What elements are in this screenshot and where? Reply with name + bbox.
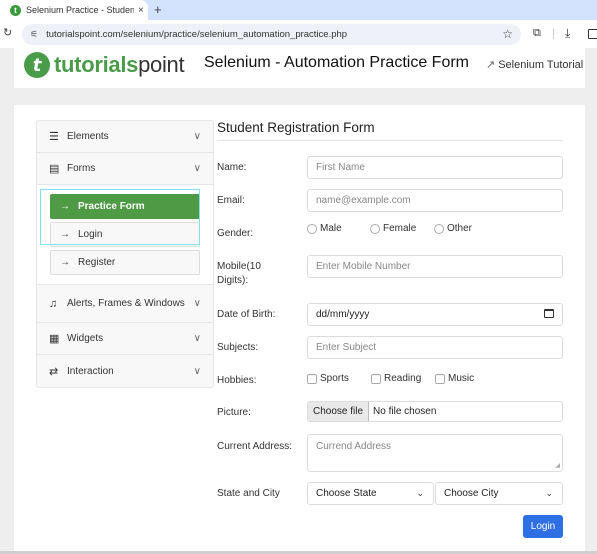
state-city-label: State and City: [217, 488, 280, 499]
hamburger-icon: ☰: [49, 131, 59, 143]
sidebar-item-forms[interactable]: ▤ Forms ∨: [37, 153, 213, 185]
extensions-puzzle-icon[interactable]: ⧉: [533, 27, 541, 40]
logo-text: tutorialspoint: [54, 52, 185, 77]
sidebar-item-interaction[interactable]: ⇄ Interaction ∨: [37, 355, 213, 387]
toolbar-divider: [553, 29, 554, 39]
bell-icon: ♫: [49, 297, 58, 310]
sidebar-item-label: Forms: [67, 163, 96, 174]
resize-grip-icon[interactable]: ◢: [555, 462, 560, 469]
side-panel-icon[interactable]: [588, 29, 597, 39]
sidebar-accordion: ☰ Elements ∨ ▤ Forms ∨ → Practice Form →…: [36, 120, 214, 388]
download-icon[interactable]: ⤓: [565, 26, 570, 41]
checkbox-box[interactable]: [307, 373, 317, 384]
choose-file-button[interactable]: Choose file: [308, 402, 370, 421]
hobby-reading-checkbox[interactable]: Reading: [371, 373, 421, 384]
mobile-label: Mobile(10 Digits):: [217, 261, 261, 286]
forms-submenu: → Practice Form → Login → Register: [37, 185, 213, 285]
browser-tab-bar: t Selenium Practice - Student R × +: [0, 0, 597, 20]
page-title: Selenium - Automation Practice Form: [204, 54, 469, 71]
sidebar-item-alerts-frames-windows[interactable]: ♫ Alerts, Frames & Windows ∨: [37, 285, 213, 323]
submenu-login[interactable]: → Login: [50, 222, 200, 247]
gender-male-radio[interactable]: Male: [307, 223, 342, 234]
selenium-tutorial-link[interactable]: ↗ Selenium Tutorial: [486, 58, 584, 72]
gender-label: Gender:: [217, 228, 254, 239]
bookmark-star-icon[interactable]: ☆: [502, 27, 513, 41]
radio-circle[interactable]: [307, 223, 317, 234]
state-select[interactable]: Choose State ⌄: [307, 482, 434, 505]
sidebar-item-label: Elements: [67, 131, 109, 142]
external-link-icon: ↗: [486, 59, 496, 71]
first-name-input[interactable]: First Name: [307, 156, 563, 179]
sidebar-item-label: Interaction: [67, 365, 114, 377]
checkbox-box[interactable]: [435, 373, 445, 384]
email-label: Email:: [217, 195, 245, 206]
widgets-icon: ▦: [49, 333, 60, 345]
mobile-number-input[interactable]: Enter Mobile Number: [307, 255, 563, 278]
browser-tab[interactable]: t Selenium Practice - Student R ×: [0, 0, 148, 20]
chevron-down-icon: ∨: [193, 131, 201, 142]
sidebar-item-elements[interactable]: ☰ Elements ∨: [37, 121, 213, 153]
form-title: Student Registration Form: [217, 120, 375, 135]
radio-circle[interactable]: [370, 223, 380, 234]
submenu-label: Register: [78, 257, 116, 268]
url-text[interactable]: tutorialspoint.com/selenium/practice/sel…: [46, 29, 347, 40]
reload-icon[interactable]: ↻: [3, 26, 12, 39]
dob-value: dd/mm/yyyy: [316, 309, 370, 320]
arrow-right-icon: →: [60, 201, 70, 212]
picture-label: Picture:: [217, 407, 251, 418]
tab-title: Selenium Practice - Student R: [26, 5, 134, 15]
arrow-right-icon: →: [60, 229, 70, 240]
omnibox[interactable]: ⚟ tutorialspoint.com/selenium/practice/s…: [22, 24, 521, 45]
chevron-down-icon: ∨: [193, 298, 201, 309]
sidebar-item-widgets[interactable]: ▦ Widgets ∨: [37, 323, 213, 355]
current-address-textarea[interactable]: Currend Address ◢: [307, 434, 563, 472]
site-header: t tutorialspoint Selenium - Automation P…: [14, 48, 585, 88]
hobbies-label: Hobbies:: [217, 375, 257, 386]
email-input[interactable]: name@example.com: [307, 189, 563, 212]
form-title-divider: [217, 140, 563, 141]
chevron-down-icon: ⌄: [416, 488, 424, 498]
gender-other-radio[interactable]: Other: [434, 223, 472, 234]
file-status: No file chosen: [373, 406, 437, 417]
address-label: Current Address:: [217, 441, 293, 452]
city-select[interactable]: Choose City ⌄: [435, 482, 563, 505]
arrow-right-icon: →: [60, 257, 70, 268]
dob-input[interactable]: dd/mm/yyyy: [307, 303, 563, 326]
submenu-practice-form[interactable]: → Practice Form: [50, 194, 200, 219]
list-icon: ▤: [49, 163, 60, 175]
submenu-label: Login: [78, 229, 103, 240]
hobby-sports-checkbox[interactable]: Sports: [307, 373, 349, 384]
radio-circle[interactable]: [434, 223, 444, 234]
swap-icon: ⇄: [49, 365, 59, 378]
tutorialspoint-logo[interactable]: t tutorialspoint: [24, 52, 185, 78]
selenium-tutorial-label: Selenium Tutorial: [498, 58, 584, 71]
submenu-label: Practice Form: [78, 201, 145, 212]
tab-close-icon[interactable]: ×: [138, 5, 144, 16]
login-submit-button[interactable]: Login: [523, 515, 563, 538]
chevron-down-icon: ∨: [193, 333, 201, 344]
sidebar-item-label: Alerts, Frames & Windows: [67, 298, 185, 309]
chevron-down-icon: ⌄: [545, 488, 553, 498]
sidebar-item-label: Widgets: [67, 333, 104, 344]
site-info-icon[interactable]: ⚟: [30, 29, 38, 40]
chevron-down-icon: ∨: [193, 163, 201, 174]
hobby-music-checkbox[interactable]: Music: [435, 373, 474, 384]
chevron-down-icon: ∨: [193, 365, 201, 377]
new-tab-button[interactable]: +: [154, 2, 162, 17]
subjects-label: Subjects:: [217, 342, 259, 353]
subjects-input[interactable]: Enter Subject: [307, 336, 563, 359]
address-bar-area: ↻ ⚟ tutorialspoint.com/selenium/practice…: [0, 20, 597, 48]
checkbox-box[interactable]: [371, 373, 381, 384]
main-card: ☰ Elements ∨ ▤ Forms ∨ → Practice Form →…: [14, 105, 585, 554]
logo-mark-icon: t: [24, 52, 50, 78]
gender-female-radio[interactable]: Female: [370, 223, 416, 234]
name-label: Name:: [217, 162, 247, 173]
submenu-register[interactable]: → Register: [50, 250, 200, 275]
picture-file-input[interactable]: Choose file No file chosen: [307, 401, 563, 422]
tutorialspoint-favicon-icon: t: [10, 4, 21, 16]
calendar-icon[interactable]: [544, 309, 554, 318]
dob-label: Date of Birth:: [217, 309, 276, 320]
